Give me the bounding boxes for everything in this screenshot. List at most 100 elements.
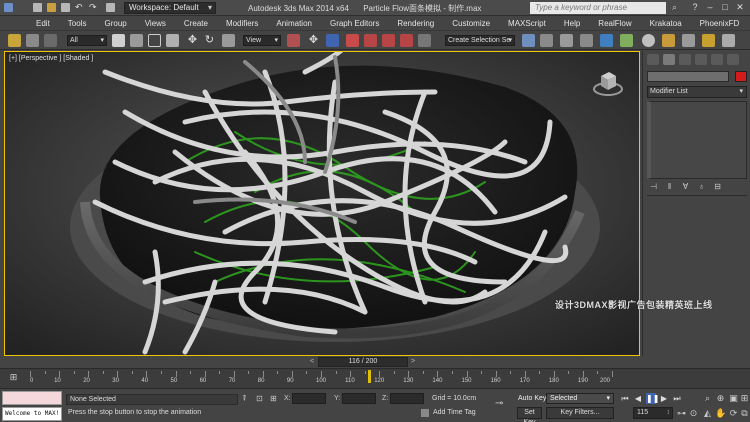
utilities-tab-icon[interactable] bbox=[727, 54, 739, 65]
mini-curve-editor-icon[interactable]: ⊞ bbox=[8, 372, 19, 383]
redo-icon[interactable]: ↷ bbox=[89, 3, 98, 12]
menu-phoenixfd[interactable]: PhoenixFD bbox=[700, 19, 740, 28]
schematic-view-icon[interactable] bbox=[620, 34, 633, 47]
named-selection-sets-dropdown[interactable]: Create Selection Se bbox=[445, 35, 515, 46]
time-slider[interactable]: 116 / 200 bbox=[318, 357, 408, 367]
zoom-extents-all-icon[interactable]: ⊞ bbox=[739, 393, 750, 404]
object-name-field[interactable] bbox=[647, 71, 729, 82]
key-icon[interactable]: ⊸ bbox=[495, 398, 503, 409]
time-slider-next-icon[interactable]: > bbox=[409, 357, 417, 367]
viewport-label[interactable]: [+] [Perspective ] [Shaded ] bbox=[9, 55, 93, 62]
menu-help[interactable]: Help bbox=[564, 19, 580, 28]
undo-icon[interactable]: ↶ bbox=[75, 3, 84, 12]
listener-input[interactable] bbox=[2, 391, 62, 405]
select-manipulate-icon[interactable]: ✥ bbox=[307, 34, 320, 47]
modifier-stack[interactable] bbox=[647, 101, 747, 179]
field-of-view-icon[interactable]: ◭ bbox=[702, 408, 713, 419]
help-search-input[interactable]: Type a keyword or phrase bbox=[530, 2, 666, 14]
configure-modifier-sets-icon[interactable]: ⊟ bbox=[713, 182, 722, 191]
zoom-icon[interactable]: ⌕ bbox=[702, 393, 713, 404]
spinner-snap-icon[interactable] bbox=[400, 34, 413, 47]
go-to-start-icon[interactable]: ⏮ bbox=[620, 393, 630, 404]
rectangular-selection-icon[interactable] bbox=[148, 34, 161, 47]
zoom-extents-icon[interactable]: ▣ bbox=[728, 393, 739, 404]
menu-tools[interactable]: Tools bbox=[68, 19, 87, 28]
menu-customize[interactable]: Customize bbox=[452, 19, 490, 28]
z-coordinate-field[interactable] bbox=[390, 393, 424, 404]
menu-edit[interactable]: Edit bbox=[36, 19, 50, 28]
time-slider-prev-icon[interactable]: < bbox=[308, 357, 316, 367]
key-filters-button[interactable]: Key Filters... bbox=[546, 407, 614, 419]
menu-views[interactable]: Views bbox=[145, 19, 166, 28]
mirror-icon[interactable] bbox=[522, 34, 535, 47]
orbit-icon[interactable]: ⟳ bbox=[728, 408, 739, 419]
perspective-viewport[interactable]: [+] [Perspective ] [Shaded ] bbox=[4, 51, 640, 356]
percent-snap-icon[interactable] bbox=[382, 34, 395, 47]
window-crossing-icon[interactable] bbox=[166, 34, 179, 47]
scale-icon[interactable] bbox=[222, 34, 235, 47]
go-to-end-icon[interactable]: ⏭ bbox=[672, 393, 682, 404]
menu-rendering[interactable]: Rendering bbox=[397, 19, 434, 28]
reference-coordinate-dropdown[interactable]: View bbox=[243, 35, 281, 46]
move-icon[interactable]: ✥ bbox=[186, 34, 199, 47]
absolute-mode-icon[interactable]: ⊞ bbox=[270, 394, 278, 403]
layer-manager-icon[interactable] bbox=[560, 34, 573, 47]
motion-tab-icon[interactable] bbox=[695, 54, 707, 65]
align-icon[interactable] bbox=[540, 34, 553, 47]
viewcube[interactable] bbox=[591, 66, 625, 102]
object-color-swatch[interactable] bbox=[735, 71, 747, 82]
render-production-icon[interactable] bbox=[702, 34, 715, 47]
pivot-center-icon[interactable] bbox=[287, 34, 300, 47]
selection-lock-icon[interactable]: ⍒ bbox=[242, 394, 250, 403]
play-stop-icon[interactable]: ❚❚ bbox=[646, 393, 659, 404]
modify-tab-icon[interactable] bbox=[663, 54, 675, 65]
key-selection-dropdown[interactable]: Selected bbox=[546, 393, 614, 404]
search-icon[interactable]: ⌕ bbox=[672, 3, 681, 12]
edit-named-selections-icon[interactable] bbox=[418, 34, 431, 47]
menu-modifiers[interactable]: Modifiers bbox=[226, 19, 258, 28]
modifier-list-dropdown[interactable]: Modifier List bbox=[647, 86, 747, 98]
curve-editor-icon[interactable] bbox=[600, 34, 613, 47]
time-configuration-icon[interactable]: ⊙ bbox=[688, 408, 699, 419]
menu-animation[interactable]: Animation bbox=[276, 19, 312, 28]
workspace-dropdown[interactable]: Workspace: Default bbox=[124, 2, 216, 14]
selection-filter-dropdown[interactable]: All bbox=[67, 35, 107, 46]
current-frame-field[interactable]: 115 bbox=[633, 407, 673, 419]
rendered-frame-window-icon[interactable] bbox=[682, 34, 695, 47]
add-time-tag[interactable]: Add Time Tag bbox=[421, 409, 476, 416]
menu-realflow[interactable]: RealFlow bbox=[598, 19, 631, 28]
project-folder-icon[interactable] bbox=[106, 3, 115, 12]
menu-create[interactable]: Create bbox=[184, 19, 208, 28]
pin-stack-icon[interactable]: ⊣ bbox=[649, 182, 658, 191]
menu-group[interactable]: Group bbox=[104, 19, 126, 28]
render-setup-icon[interactable] bbox=[662, 34, 675, 47]
maximize-viewport-icon[interactable]: ⧉ bbox=[739, 408, 750, 419]
menu-krakatoa[interactable]: Krakatoa bbox=[650, 19, 682, 28]
close-icon[interactable]: ✕ bbox=[734, 2, 746, 13]
graphite-ribbon-icon[interactable] bbox=[580, 34, 593, 47]
remove-modifier-icon[interactable]: ♁ bbox=[697, 182, 706, 191]
key-mode-toggle-icon[interactable]: ⊶ bbox=[676, 408, 687, 419]
y-coordinate-field[interactable] bbox=[342, 393, 376, 404]
new-file-icon[interactable] bbox=[33, 3, 42, 12]
rotate-icon[interactable]: ↻ bbox=[203, 34, 216, 47]
angle-snap-icon[interactable] bbox=[364, 34, 377, 47]
track-bar[interactable]: ⊞ 0 10 20 30 40 50 60 70 80 90 100 110 120 130 140 150 1… bbox=[0, 368, 750, 388]
listener-output[interactable]: Welcome to MAX! bbox=[2, 407, 62, 421]
display-tab-icon[interactable] bbox=[711, 54, 723, 65]
create-tab-icon[interactable] bbox=[647, 54, 659, 65]
snaps-toggle-icon[interactable] bbox=[346, 34, 359, 47]
minimize-icon[interactable]: – bbox=[704, 2, 716, 13]
app-logo-icon[interactable] bbox=[4, 3, 13, 12]
unlink-icon[interactable] bbox=[26, 34, 39, 47]
pan-view-icon[interactable]: ✋ bbox=[715, 408, 726, 419]
keyboard-shortcut-override-icon[interactable] bbox=[326, 34, 339, 47]
set-key-button[interactable]: Set Key bbox=[517, 407, 542, 422]
hierarchy-tab-icon[interactable] bbox=[679, 54, 691, 65]
select-object-icon[interactable] bbox=[112, 34, 125, 47]
open-file-icon[interactable] bbox=[47, 3, 56, 12]
maximize-icon[interactable]: □ bbox=[719, 2, 731, 13]
auto-key-button[interactable]: Auto Key bbox=[518, 395, 546, 402]
current-time-marker[interactable] bbox=[367, 370, 371, 383]
menu-graph-editors[interactable]: Graph Editors bbox=[330, 19, 379, 28]
